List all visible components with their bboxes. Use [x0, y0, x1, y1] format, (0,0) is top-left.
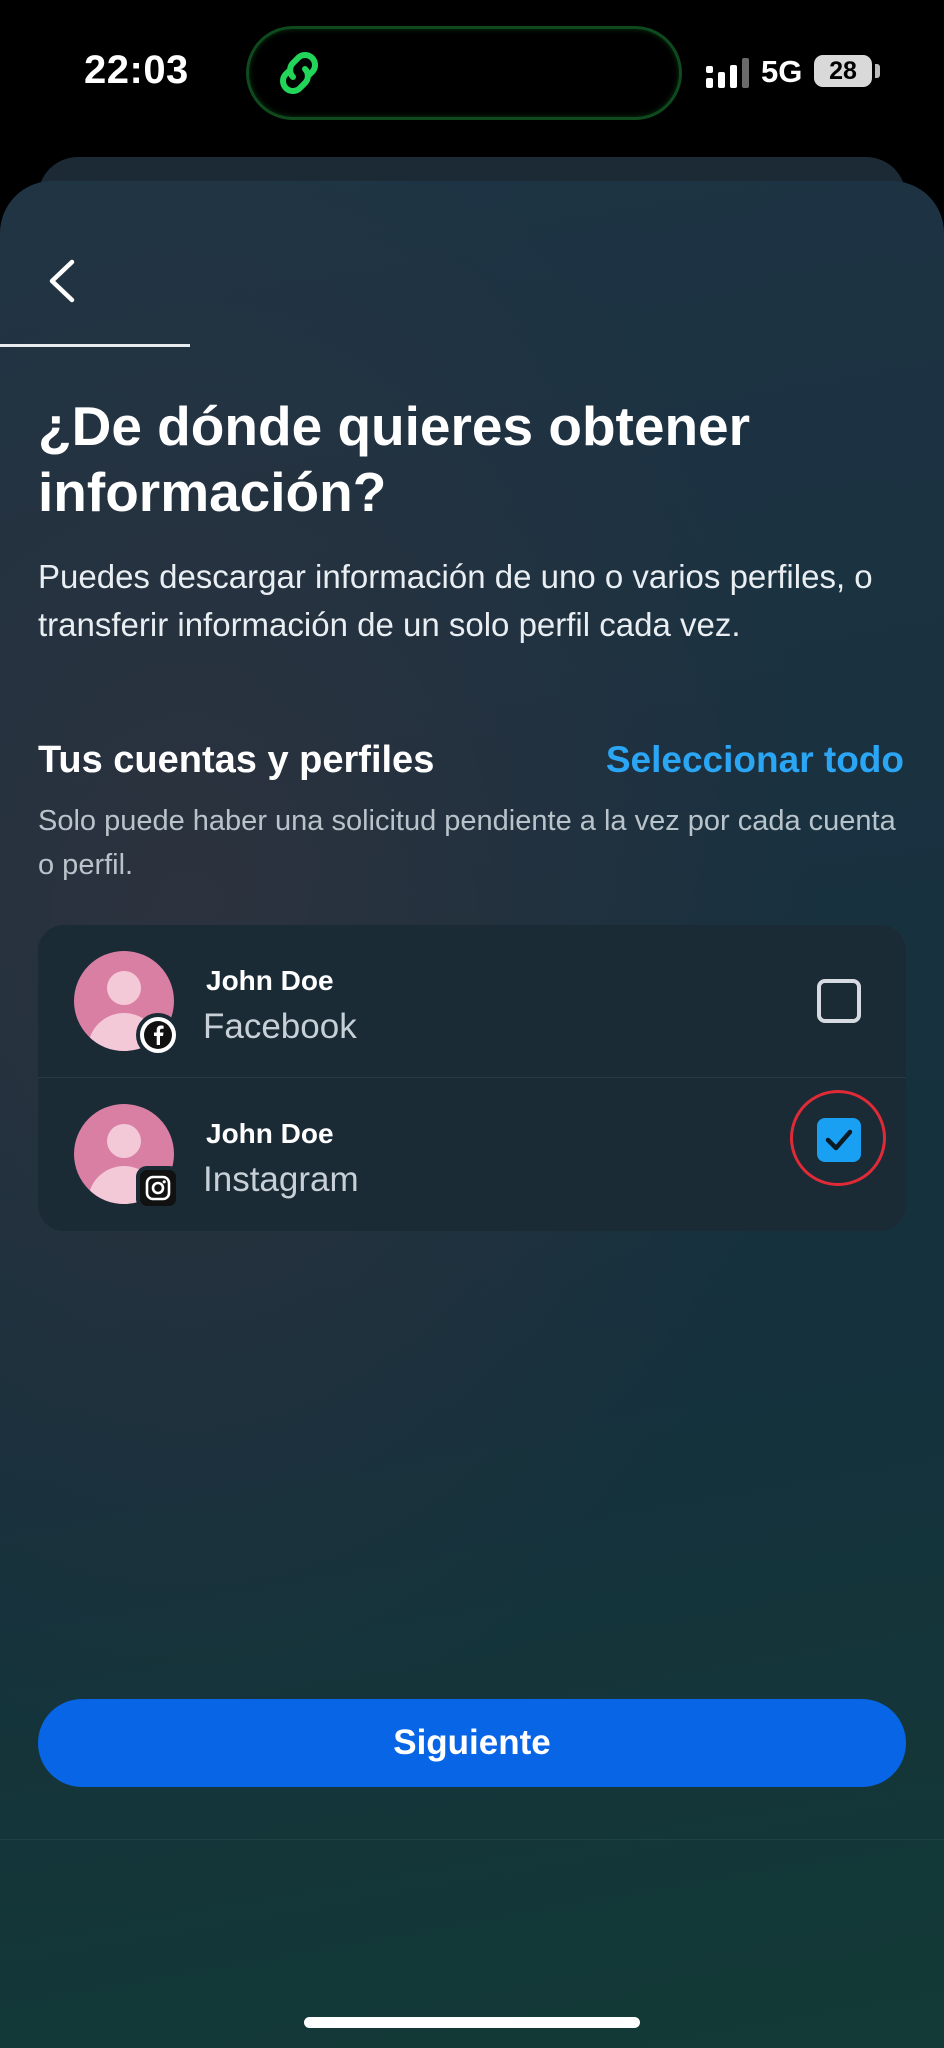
section-note: Solo puede haber una solicitud pendiente… [38, 805, 896, 881]
page-subtitle: Puedes descargar información de uno o va… [38, 558, 873, 643]
status-time: 22:03 [84, 48, 189, 92]
dynamic-island[interactable] [246, 26, 682, 120]
battery-tip [875, 64, 880, 78]
section-title: Tus cuentas y perfiles [38, 739, 435, 781]
next-button[interactable]: Siguiente [38, 1699, 906, 1787]
page-title: ¿De dónde quieres obtener información? [38, 395, 751, 523]
network-type: 5G [761, 54, 803, 89]
signal-bars-icon [706, 58, 749, 88]
home-indicator[interactable] [304, 2017, 640, 2028]
select-all-link[interactable]: Seleccionar todo [606, 739, 904, 781]
status-bar: 22:03 5G 28 [0, 0, 944, 150]
facebook-icon [144, 1021, 172, 1049]
facebook-checkbox[interactable] [817, 979, 861, 1023]
account-name: John Doe [206, 965, 334, 996]
facebook-badge [136, 1013, 180, 1057]
header-underline [0, 344, 190, 347]
chevron-left-icon [49, 259, 75, 303]
account-platform: Instagram [203, 1160, 359, 1199]
battery-indicator: 28 [814, 55, 872, 87]
footer-divider [0, 1839, 944, 1840]
account-row-instagram[interactable]: John Doe Instagram [38, 1078, 906, 1230]
highlight-circle [790, 1090, 886, 1186]
accounts-list: John Doe Facebook John Doe Instagram [38, 925, 906, 1231]
back-button[interactable] [40, 256, 84, 306]
link-chain-icon [280, 52, 318, 94]
account-platform: Facebook [203, 1007, 357, 1046]
account-name: John Doe [206, 1118, 334, 1149]
account-row-facebook[interactable]: John Doe Facebook [38, 925, 906, 1077]
instagram-icon [145, 1175, 171, 1201]
avatar-head [107, 1124, 141, 1158]
instagram-badge [136, 1166, 180, 1210]
avatar-head [107, 971, 141, 1005]
screen: 22:03 5G 28 ¿De dónde quieres obtener in… [0, 0, 944, 2048]
